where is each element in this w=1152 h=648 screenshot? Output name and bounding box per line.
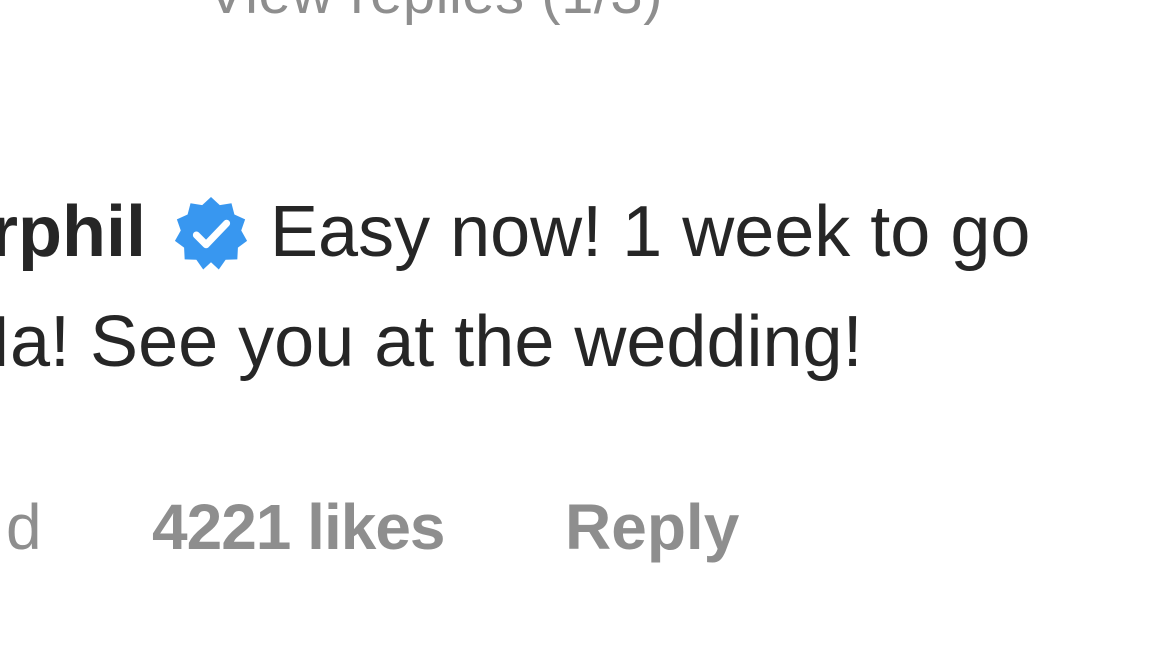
- reply-button[interactable]: Reply: [565, 490, 739, 564]
- view-replies-link[interactable]: View replies (1/3): [207, 0, 663, 26]
- comment-likes-count[interactable]: 4221 likes: [152, 490, 445, 564]
- comment-username[interactable]: lrphil: [0, 178, 146, 286]
- comment-timestamp: d: [6, 491, 42, 563]
- comment-text-line-2: Ha! See you at the wedding!: [0, 302, 863, 382]
- comment-first-line: lrphil Easy now! 1 week to go: [0, 178, 1152, 286]
- comment-text-line-1: Easy now! 1 week to go: [270, 192, 1031, 272]
- comment: lrphil Easy now! 1 week to go Ha! See yo…: [0, 178, 1152, 382]
- verified-badge-icon: [172, 195, 250, 273]
